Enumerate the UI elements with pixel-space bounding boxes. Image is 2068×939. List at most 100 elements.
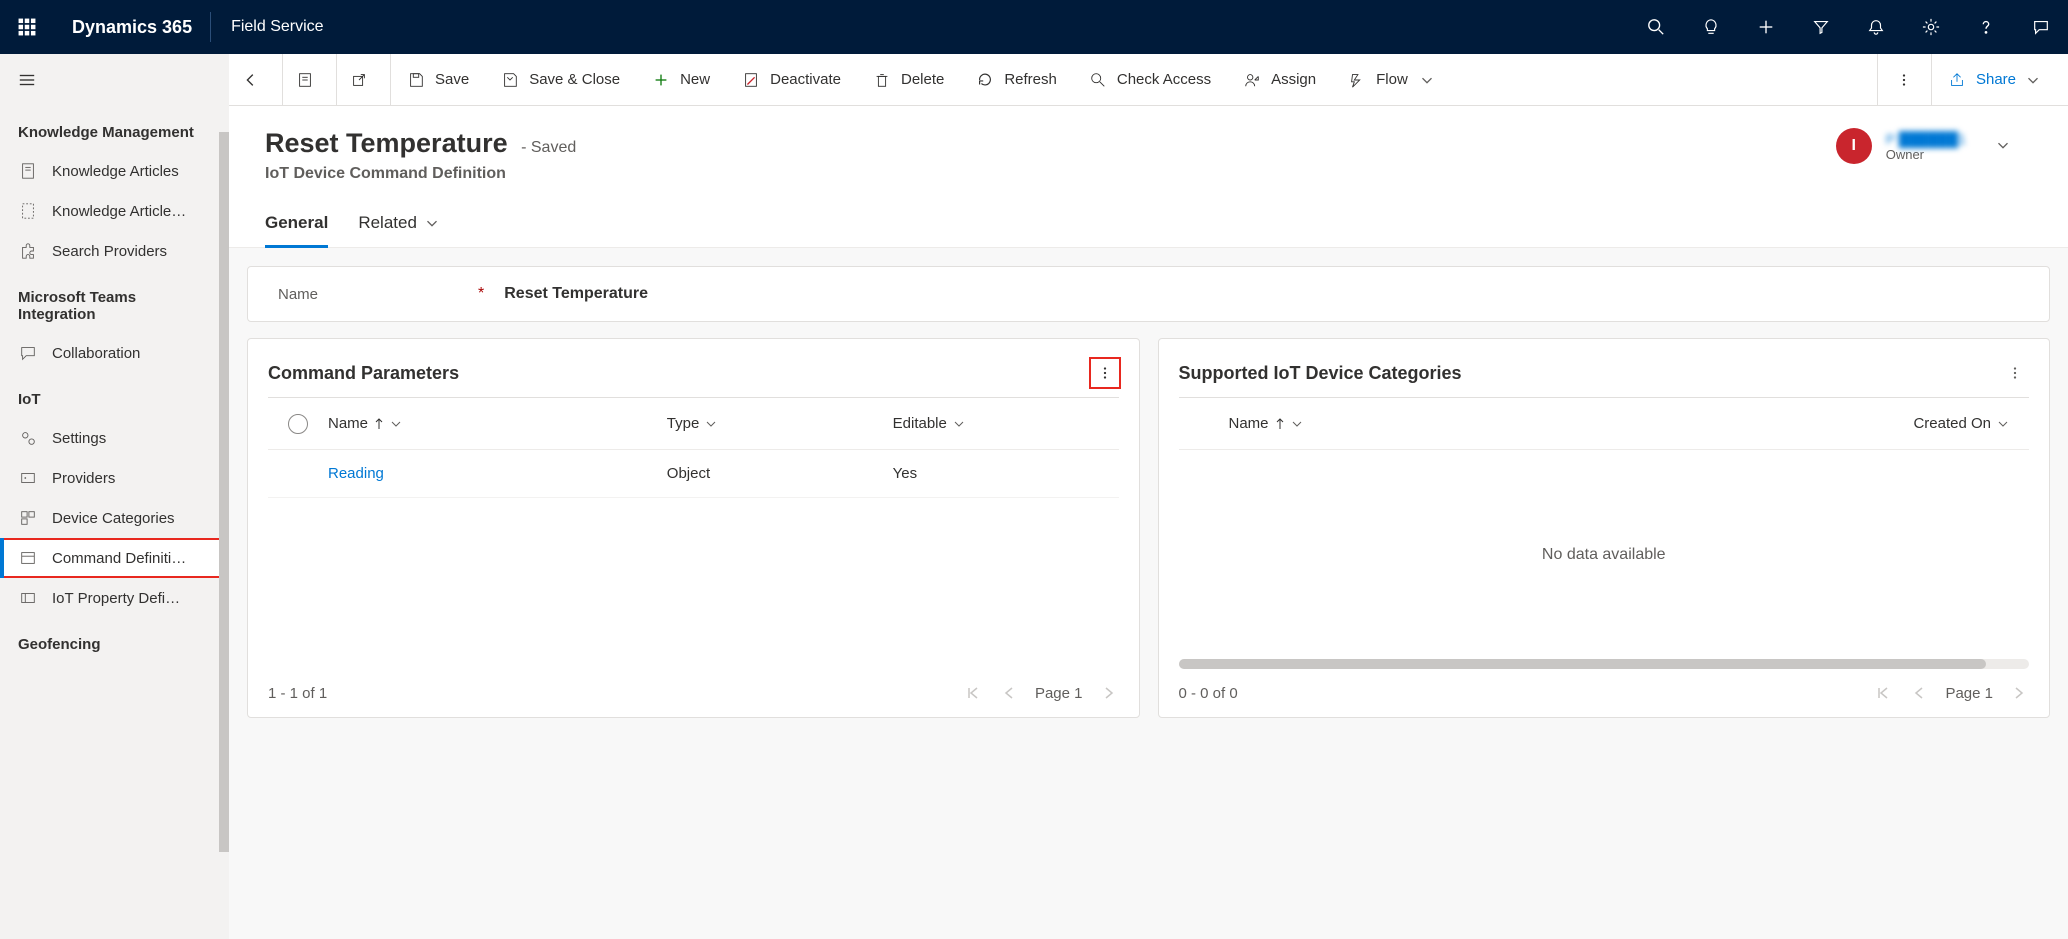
- lightbulb-icon[interactable]: [1683, 0, 1738, 54]
- sidebar-item-label: Search Providers: [52, 243, 167, 260]
- sidebar-item-knowledge-articles[interactable]: Knowledge Articles: [0, 151, 229, 191]
- sidebar-item-collaboration[interactable]: Collaboration: [0, 333, 229, 373]
- panel-button[interactable]: [283, 54, 337, 105]
- save-close-button[interactable]: Save & Close: [485, 54, 636, 105]
- required-indicator: *: [478, 285, 484, 303]
- chevron-down-icon: [1418, 71, 1436, 89]
- row-type: Object: [667, 465, 893, 482]
- sidebar-item-label: Collaboration: [52, 345, 140, 362]
- assign-button[interactable]: Assign: [1227, 54, 1332, 105]
- sidebar-section-km: Knowledge Management: [0, 106, 229, 151]
- brand-label[interactable]: Dynamics 365: [54, 17, 210, 38]
- filter-icon[interactable]: [1793, 0, 1848, 54]
- sidebar-item-search-providers[interactable]: Search Providers: [0, 231, 229, 271]
- gear-icon[interactable]: [1903, 0, 1958, 54]
- cmd-label: Assign: [1271, 71, 1316, 88]
- save-state: - Saved: [521, 139, 576, 156]
- category-icon: [18, 508, 38, 528]
- command-parameters-grid: Command Parameters Name Type Editable: [247, 338, 1140, 718]
- entity-name: IoT Device Command Definition: [265, 165, 1836, 183]
- owner-avatar: I: [1836, 128, 1872, 164]
- grid-pager: 1 - 1 of 1 Page 1: [268, 683, 1119, 703]
- cmd-label: Save: [435, 71, 469, 88]
- refresh-button[interactable]: Refresh: [960, 54, 1073, 105]
- select-all-checkbox[interactable]: [268, 414, 328, 434]
- cmd-label: New: [680, 71, 710, 88]
- help-icon[interactable]: [1958, 0, 2013, 54]
- flow-button[interactable]: Flow: [1332, 54, 1462, 105]
- share-button[interactable]: Share: [1931, 54, 2068, 105]
- page-indicator: Page 1: [1945, 685, 1993, 702]
- delete-button[interactable]: Delete: [857, 54, 960, 105]
- sidebar-section-iot: IoT: [0, 373, 229, 418]
- grid-more-button[interactable]: [2001, 359, 2029, 387]
- horizontal-scrollbar[interactable]: [1179, 659, 2030, 669]
- app-launcher-icon[interactable]: [0, 18, 54, 36]
- column-type[interactable]: Type: [667, 415, 893, 432]
- grid-pager: 0 - 0 of 0 Page 1: [1179, 683, 2030, 703]
- table-row[interactable]: Reading Object Yes: [268, 450, 1119, 498]
- new-button[interactable]: New: [636, 54, 726, 105]
- field-name[interactable]: Name * Reset Temperature: [278, 285, 2019, 303]
- save-button[interactable]: Save: [391, 54, 485, 105]
- page-title: Reset Temperature - Saved: [265, 128, 1836, 159]
- chat-icon: [18, 343, 38, 363]
- more-commands-button[interactable]: [1877, 54, 1931, 105]
- back-button[interactable]: [229, 54, 283, 105]
- property-icon: [18, 588, 38, 608]
- chevron-down-icon: [1997, 418, 2009, 430]
- column-editable[interactable]: Editable: [893, 415, 1119, 432]
- row-count: 0 - 0 of 0: [1179, 685, 1238, 702]
- prev-page-button[interactable]: [1909, 683, 1929, 703]
- search-icon[interactable]: [1628, 0, 1683, 54]
- app-name[interactable]: Field Service: [211, 18, 343, 36]
- cmd-label: Check Access: [1117, 71, 1211, 88]
- row-editable: Yes: [893, 465, 1119, 482]
- provider-icon: [18, 468, 38, 488]
- sidebar-item-knowledge-article-x[interactable]: Knowledge Article…: [0, 191, 229, 231]
- scrollbar-thumb[interactable]: [219, 132, 229, 852]
- check-access-button[interactable]: Check Access: [1073, 54, 1227, 105]
- bell-icon[interactable]: [1848, 0, 1903, 54]
- form-card: Name * Reset Temperature: [247, 266, 2050, 322]
- command-bar: Save Save & Close New Deactivate Delete …: [229, 54, 2068, 106]
- column-label: Type: [667, 415, 700, 432]
- cmd-label: Refresh: [1004, 71, 1057, 88]
- scrollbar-thumb[interactable]: [1179, 659, 1987, 669]
- sidebar-scrollbar[interactable]: [219, 54, 229, 939]
- chat-icon[interactable]: [2013, 0, 2068, 54]
- plus-icon[interactable]: [1738, 0, 1793, 54]
- owner-name: P ██████1: [1886, 131, 1966, 147]
- column-name[interactable]: Name: [328, 415, 667, 432]
- chevron-down-icon[interactable]: [1994, 136, 2012, 157]
- sidebar-item-label: Settings: [52, 430, 106, 447]
- row-name-link[interactable]: Reading: [328, 465, 667, 482]
- owner-label: Owner: [1886, 147, 1966, 162]
- column-created-on[interactable]: Created On: [1697, 415, 2029, 432]
- tab-related[interactable]: Related: [358, 213, 441, 247]
- first-page-button[interactable]: [1873, 683, 1893, 703]
- tab-general[interactable]: General: [265, 213, 328, 247]
- prev-page-button[interactable]: [999, 683, 1019, 703]
- sidebar-item-settings[interactable]: Settings: [0, 418, 229, 458]
- sidebar-item-device-categories[interactable]: Device Categories: [0, 498, 229, 538]
- grid-more-button[interactable]: [1091, 359, 1119, 387]
- sidebar-toggle-button[interactable]: [0, 54, 229, 106]
- cmd-label: Deactivate: [770, 71, 841, 88]
- chevron-down-icon: [390, 418, 402, 430]
- global-topbar: Dynamics 365 Field Service: [0, 0, 2068, 54]
- popout-button[interactable]: [337, 54, 391, 105]
- sidebar-item-iot-property-definitions[interactable]: IoT Property Defi…: [0, 578, 229, 618]
- sidebar-item-label: Command Definiti…: [52, 550, 186, 567]
- column-name[interactable]: Name: [1229, 415, 1697, 432]
- owner-display[interactable]: I P ██████1 Owner: [1836, 128, 2012, 164]
- device-categories-grid: Supported IoT Device Categories Name Cre…: [1158, 338, 2051, 718]
- deactivate-button[interactable]: Deactivate: [726, 54, 857, 105]
- sidebar-item-command-definitions[interactable]: Command Definiti…: [0, 538, 229, 578]
- next-page-button[interactable]: [1099, 683, 1119, 703]
- tab-label: Related: [358, 213, 417, 233]
- next-page-button[interactable]: [2009, 683, 2029, 703]
- column-label: Editable: [893, 415, 947, 432]
- first-page-button[interactable]: [963, 683, 983, 703]
- sidebar-item-providers[interactable]: Providers: [0, 458, 229, 498]
